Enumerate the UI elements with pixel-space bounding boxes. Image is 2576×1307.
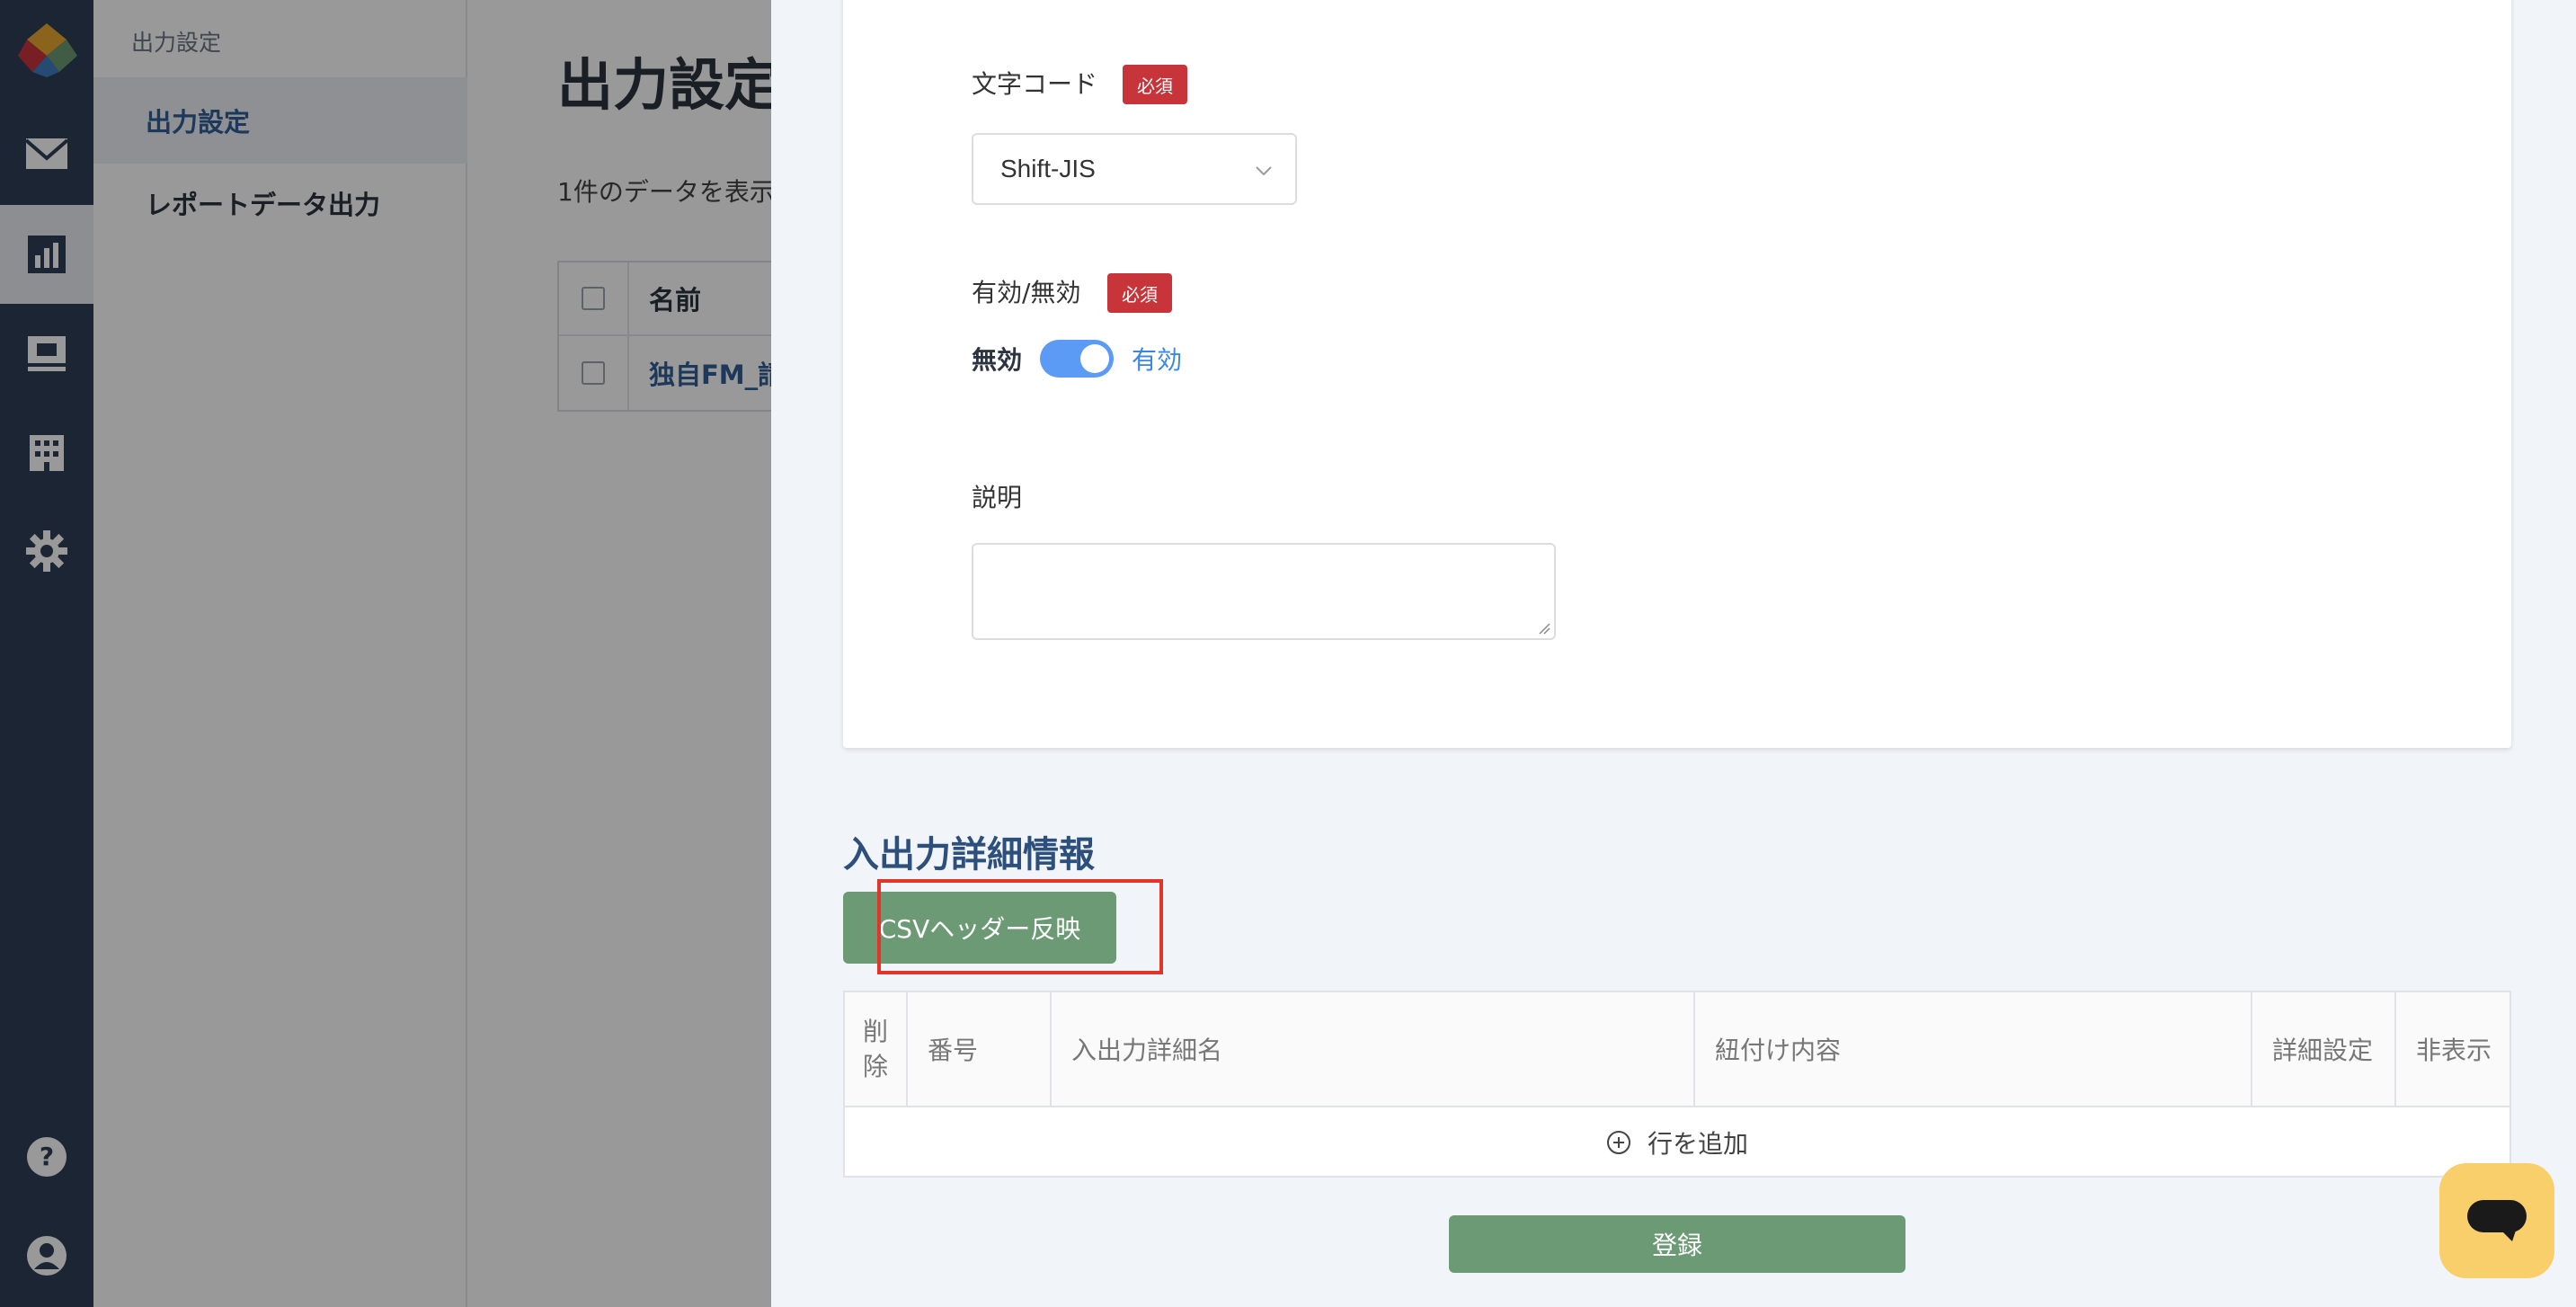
column-header-detail-name: 入出力詳細名 bbox=[1052, 992, 1695, 1106]
enabled-toggle-row: 無効 有効 bbox=[972, 340, 1182, 378]
enabled-required-badge: 必須 bbox=[1107, 273, 1172, 313]
details-table-header: 削除 番号 入出力詳細名 紐付け内容 詳細設定 非表示 bbox=[845, 992, 2509, 1107]
column-header-hidden: 非表示 bbox=[2416, 1036, 2492, 1065]
charset-label: 文字コード bbox=[972, 69, 1098, 99]
description-textarea[interactable] bbox=[972, 543, 1556, 640]
add-row-button[interactable]: 行を追加 bbox=[845, 1107, 2509, 1178]
column-header-mapping: 紐付け内容 bbox=[1695, 992, 2252, 1106]
edit-drawer: 文字コード 必須 Shift-JIS 有効/無効 必須 無効 有効 説明 入出力… bbox=[771, 0, 2576, 1307]
form-card: 文字コード 必須 Shift-JIS 有効/無効 必須 無効 有効 説明 bbox=[843, 0, 2511, 748]
chat-widget-button[interactable] bbox=[2439, 1163, 2554, 1278]
column-header-settings: 詳細設定 bbox=[2252, 992, 2396, 1106]
resize-grip-icon[interactable] bbox=[1538, 622, 1550, 635]
submit-button[interactable]: 登録 bbox=[1449, 1215, 1905, 1273]
highlight-annotation bbox=[877, 879, 1163, 974]
column-header-delete: 削除 bbox=[845, 992, 908, 1106]
modal-backdrop[interactable] bbox=[0, 0, 771, 1307]
details-section-title: 入出力詳細情報 bbox=[843, 834, 1095, 876]
chat-icon bbox=[2467, 1200, 2527, 1241]
enabled-toggle[interactable] bbox=[1040, 340, 1115, 378]
plus-circle-icon bbox=[1606, 1131, 1630, 1154]
add-row-label: 行を追加 bbox=[1647, 1129, 1748, 1159]
charset-select[interactable]: Shift-JIS bbox=[972, 133, 1297, 205]
description-label: 説明 bbox=[972, 483, 1023, 512]
chevron-down-icon bbox=[1256, 166, 1272, 176]
details-table: 削除 番号 入出力詳細名 紐付け内容 詳細設定 非表示 行を追加 bbox=[843, 991, 2511, 1178]
charset-value: Shift-JIS bbox=[1000, 155, 1096, 182]
charset-required-badge: 必須 bbox=[1123, 65, 1187, 104]
toggle-off-label: 無効 bbox=[972, 345, 1023, 375]
enabled-label: 有効/無効 bbox=[972, 278, 1081, 307]
toggle-on-label: 有効 bbox=[1132, 345, 1183, 375]
column-header-number: 番号 bbox=[908, 992, 1052, 1106]
toggle-knob bbox=[1080, 344, 1110, 373]
